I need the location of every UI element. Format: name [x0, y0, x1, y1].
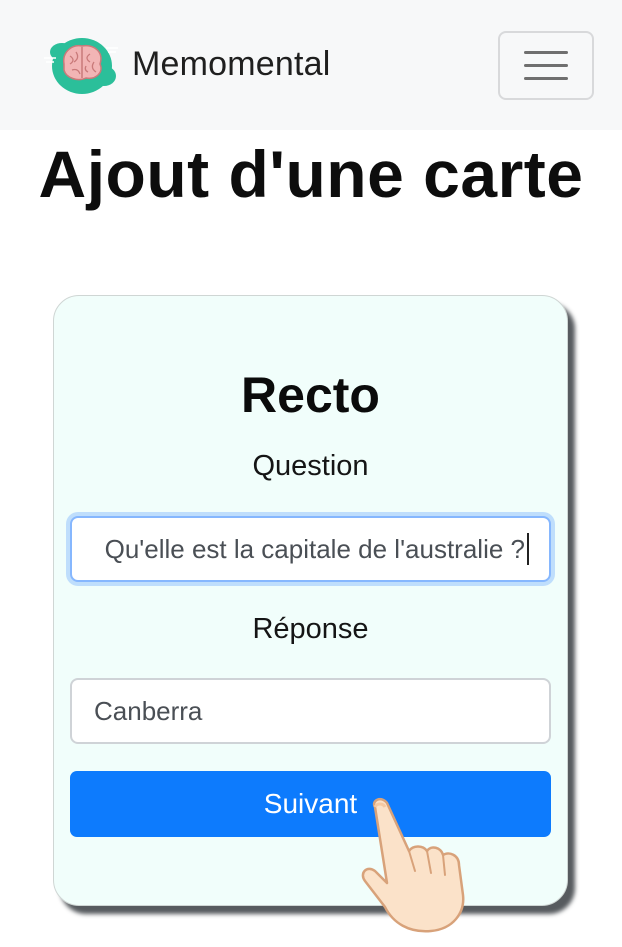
page-title: Ajout d'une carte — [38, 137, 584, 211]
answer-input[interactable]: Canberra — [70, 678, 551, 744]
text-caret — [527, 533, 529, 565]
navbar: Memomental — [0, 0, 622, 130]
card-side-title: Recto — [241, 367, 380, 423]
question-label: Question — [252, 450, 369, 482]
answer-input-value: Canberra — [94, 695, 203, 726]
hamburger-menu-icon-bar — [524, 64, 568, 67]
tap-hand-icon — [361, 797, 465, 933]
brain-icon — [44, 38, 118, 94]
question-input-value: Qu'elle est la capitale de l'australie ? — [104, 533, 525, 564]
brand-link[interactable]: Memomental — [42, 32, 331, 96]
brand-name: Memomental — [132, 44, 331, 83]
flashcard-form-card: Recto Question Qu'elle est la capitale d… — [53, 295, 568, 906]
hamburger-menu-icon-bar — [524, 77, 568, 80]
hamburger-menu-icon — [524, 51, 568, 54]
navbar-toggle-button[interactable] — [498, 31, 594, 100]
question-input[interactable]: Qu'elle est la capitale de l'australie ? — [70, 516, 551, 582]
answer-label: Réponse — [252, 613, 369, 645]
